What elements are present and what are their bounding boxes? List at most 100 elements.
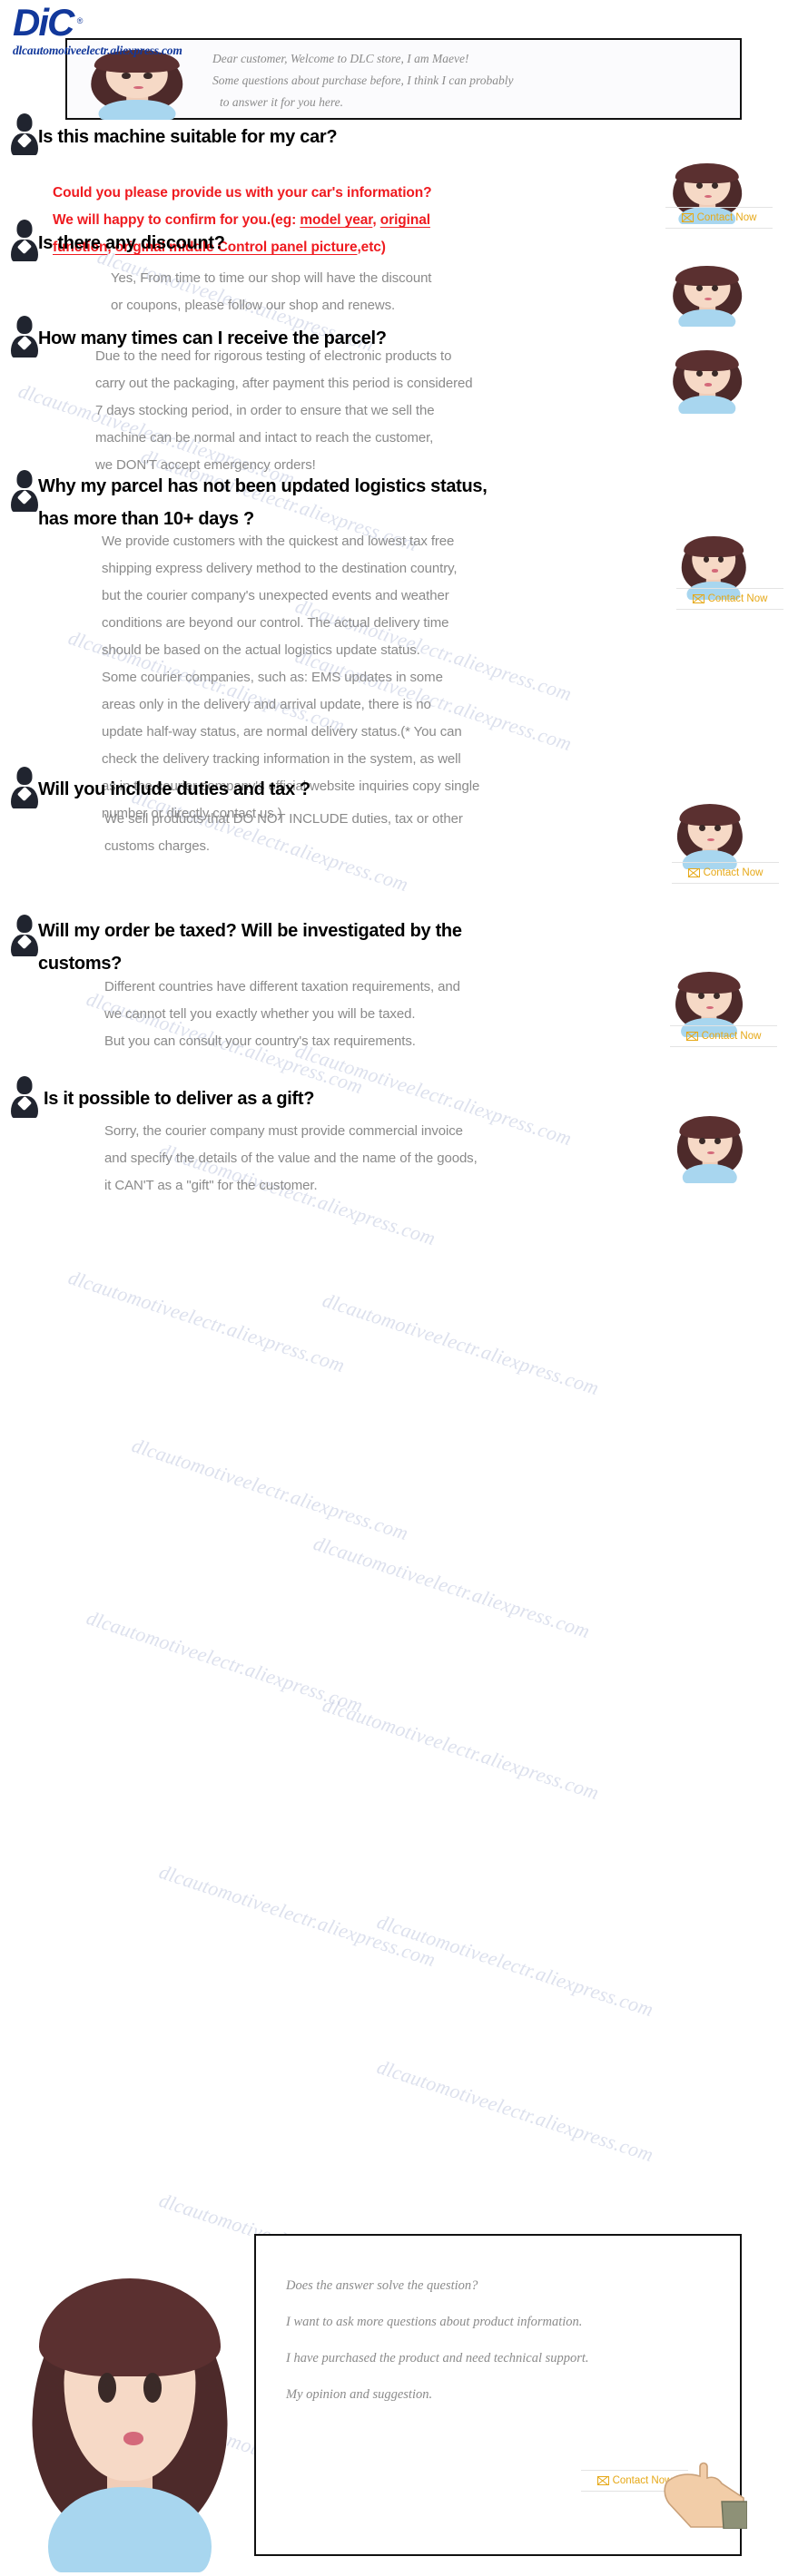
answer-gift-delivery: Sorry, the courier company must provide … bbox=[104, 1118, 599, 1200]
answer-line: should be based on the actual logistics … bbox=[102, 642, 420, 658]
person-head bbox=[16, 1076, 33, 1094]
question-line: Why my parcel has not been updated logis… bbox=[38, 476, 488, 496]
question-icon-logistics-status bbox=[11, 470, 38, 512]
avatar-mouth bbox=[711, 569, 718, 573]
answer-line: Different countries have different taxat… bbox=[104, 979, 460, 994]
answer-duties-tax: We sell products that DO NOT INCLUDE dut… bbox=[104, 806, 595, 860]
avatar-eye-right bbox=[714, 1137, 721, 1145]
answer-line: Sorry, the courier company must provide … bbox=[104, 1123, 463, 1139]
person-head bbox=[16, 915, 33, 933]
answer-line: customs charges. bbox=[104, 838, 210, 854]
avatar-fringe bbox=[675, 349, 740, 372]
answer-line: We sell products that DO NOT INCLUDE dut… bbox=[104, 811, 463, 827]
divider bbox=[670, 1046, 777, 1047]
avatar-parcel-times bbox=[667, 343, 747, 414]
answer-line: we cannot tell you exactly whether you w… bbox=[104, 1006, 416, 1022]
answer-line: but the courier company's unexpected eve… bbox=[102, 588, 449, 603]
answer-line: it CAN'T as a "gift" for the customer. bbox=[104, 1178, 318, 1193]
avatar-eye-left bbox=[695, 182, 703, 189]
avatar-fringe bbox=[679, 1116, 741, 1139]
question-title-logistics-status: Why my parcel has not been updated logis… bbox=[38, 470, 674, 535]
pointing-hand-icon bbox=[664, 2462, 747, 2529]
avatar-mouth bbox=[707, 837, 715, 841]
question-title-duties-tax: Will you include duties and tax ? bbox=[38, 779, 310, 799]
contact-now-label: Contact Now bbox=[703, 867, 764, 878]
divider bbox=[676, 609, 783, 610]
answer-parcel-times: Due to the need for rigorous testing of … bbox=[95, 343, 576, 479]
contact-now-button-suitable[interactable]: Contact Now bbox=[665, 207, 773, 229]
answer-line: machine can be normal and intact to reac… bbox=[95, 430, 434, 446]
contact-now-button-logistics-status[interactable]: Contact Now bbox=[676, 588, 783, 610]
avatar-fringe bbox=[675, 265, 740, 286]
avatar-body bbox=[98, 99, 176, 120]
question-icon-discount bbox=[11, 220, 38, 261]
envelope-icon bbox=[692, 594, 704, 603]
avatar-maeve-footer bbox=[16, 2246, 243, 2572]
footer-line-2: I want to ask more questions about produ… bbox=[286, 2315, 583, 2329]
question-icon-suitable bbox=[11, 113, 38, 155]
contact-now-button-order-taxed[interactable]: Contact Now bbox=[670, 1025, 777, 1047]
envelope-icon bbox=[681, 213, 694, 222]
answer-line: update half-way status, are normal deliv… bbox=[102, 724, 462, 739]
envelope-icon bbox=[685, 1032, 698, 1041]
avatar-body bbox=[682, 1163, 738, 1183]
answer-line: Due to the need for rigorous testing of … bbox=[95, 348, 452, 364]
answer-line: carry out the packaging, after payment t… bbox=[95, 376, 473, 391]
envelope-icon bbox=[687, 868, 700, 877]
person-head bbox=[16, 470, 33, 488]
footer-line-3: I have purchased the product and need te… bbox=[286, 2351, 589, 2365]
answer-line: check the delivery tracking information … bbox=[102, 751, 461, 767]
question-icon-gift-delivery bbox=[11, 1076, 38, 1118]
watermark: dlcautomotiveelectr.aliexpress.com bbox=[374, 2055, 656, 2167]
person-head bbox=[16, 316, 33, 334]
brand-logo: DiC ® bbox=[13, 1, 83, 44]
watermark: dlcautomotiveelectr.aliexpress.com bbox=[156, 1860, 438, 1972]
answer-line: Yes, From time to time our shop will hav… bbox=[111, 270, 432, 286]
avatar-body bbox=[678, 395, 736, 414]
watermark: dlcautomotiveelectr.aliexpress.com bbox=[310, 1532, 593, 1643]
avatar-eye-right bbox=[143, 2373, 162, 2403]
answer-order-taxed: Different countries have different taxat… bbox=[104, 974, 595, 1055]
avatar-mouth bbox=[707, 1151, 715, 1154]
avatar-mouth bbox=[704, 194, 713, 198]
brand-logo-text: DiC bbox=[13, 1, 74, 44]
avatar-fringe bbox=[677, 972, 741, 994]
answer-line: or coupons, please follow our shop and r… bbox=[111, 298, 396, 313]
answer-line: conditions are beyond our control. The a… bbox=[102, 615, 449, 631]
avatar-fringe bbox=[684, 535, 744, 558]
answer-line: Could you please provide us with your ca… bbox=[53, 185, 432, 201]
answer-line: But you can consult your country's tax r… bbox=[104, 1033, 416, 1049]
contact-now-button-duties-tax[interactable]: Contact Now bbox=[672, 862, 779, 884]
footer-line-4: My opinion and suggestion. bbox=[286, 2387, 433, 2402]
question-icon-duties-tax bbox=[11, 767, 38, 808]
question-icon-parcel-times bbox=[11, 316, 38, 358]
contact-now-label: Contact Now bbox=[701, 1031, 762, 1042]
contact-now-label: Contact Now bbox=[707, 593, 768, 604]
person-head bbox=[16, 113, 33, 132]
person-head bbox=[16, 767, 33, 785]
avatar-eye-left bbox=[98, 2373, 116, 2403]
divider bbox=[665, 228, 773, 229]
avatar-mouth bbox=[704, 383, 713, 387]
watermark: dlcautomotiveelectr.aliexpress.com bbox=[374, 1910, 656, 2022]
watermark: dlcautomotiveelectr.aliexpress.com bbox=[65, 1266, 348, 1377]
question-title-suitable: Is this machine suitable for my car? bbox=[38, 127, 338, 147]
avatar-fringe bbox=[679, 804, 741, 826]
intro-line-1: Dear customer, Welcome to DLC store, I a… bbox=[212, 52, 469, 65]
footer-text: Does the answer solve the question? I wa… bbox=[286, 2267, 713, 2413]
avatar-duties-tax bbox=[672, 797, 748, 869]
person-head bbox=[16, 220, 33, 238]
avatar-mouth bbox=[704, 297, 713, 300]
answer-line: and specify the details of the value and… bbox=[104, 1151, 478, 1166]
avatar-fringe bbox=[675, 162, 740, 183]
answer-line: shipping express delivery method to the … bbox=[102, 561, 458, 576]
avatar-mouth bbox=[706, 1005, 714, 1009]
avatar-eye-right bbox=[143, 72, 153, 80]
answer-line: areas only in the delivery and arrival u… bbox=[102, 697, 431, 712]
store-url[interactable]: dlcautomotiveelectr.aliexpress.com bbox=[13, 44, 182, 58]
avatar-eye-left bbox=[122, 72, 131, 80]
envelope-icon bbox=[596, 2476, 609, 2485]
watermark: dlcautomotiveelectr.aliexpress.com bbox=[320, 1693, 602, 1805]
watermark: dlcautomotiveelectr.aliexpress.com bbox=[84, 1606, 366, 1718]
question-title-order-taxed: Will my order be taxed? Will be investig… bbox=[38, 915, 674, 980]
